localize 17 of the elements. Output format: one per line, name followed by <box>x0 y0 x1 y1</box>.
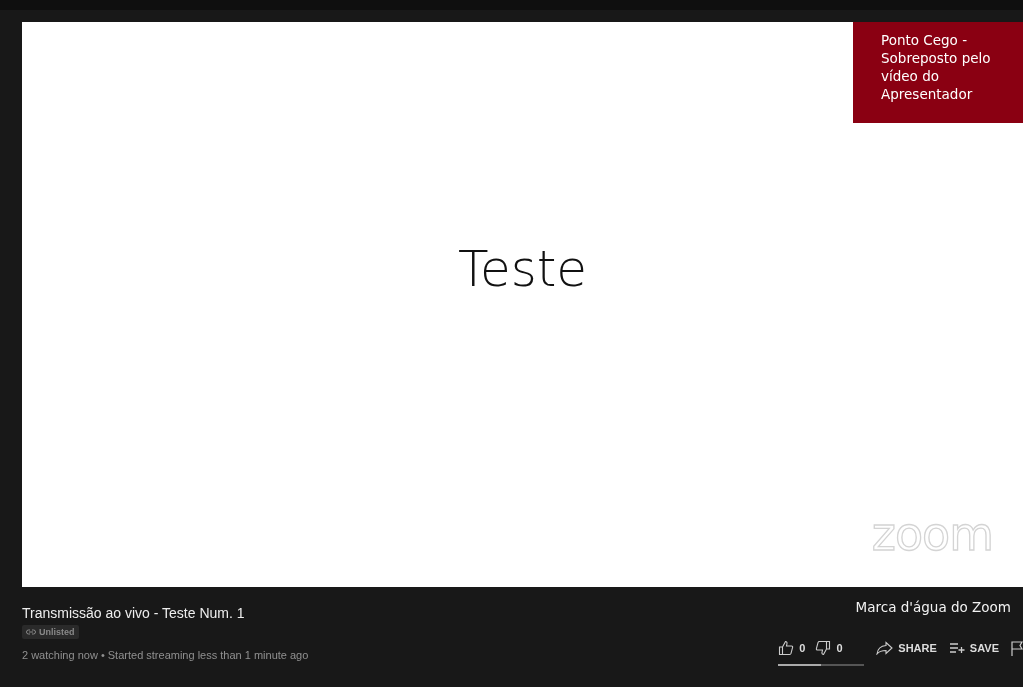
like-button[interactable]: 0 <box>778 639 806 657</box>
video-title: Transmissão ao vivo - Teste Num. 1 <box>22 605 246 621</box>
save-button[interactable]: SAVE <box>948 639 999 657</box>
dislike-button[interactable]: 0 <box>815 639 843 657</box>
thumbs-down-icon <box>815 640 832 656</box>
view-info: 2 watching now • Started streaming less than 1 minute ago <box>22 649 309 661</box>
flag-icon <box>1011 640 1023 656</box>
share-button[interactable]: SHARE <box>876 639 937 657</box>
slide-text: Teste <box>456 240 589 298</box>
watermark-note: Marca d'água do Zoom <box>855 599 1011 615</box>
thumbs-up-icon <box>778 640 795 656</box>
badge-label: Unlisted <box>39 627 75 637</box>
link-icon <box>26 629 36 635</box>
share-icon <box>876 641 894 655</box>
report-button[interactable] <box>1011 639 1023 657</box>
add-to-playlist-icon <box>948 642 965 654</box>
overlay-note: Ponto Cego - Sobreposto pelo vídeo do Apresentador <box>853 22 1023 123</box>
